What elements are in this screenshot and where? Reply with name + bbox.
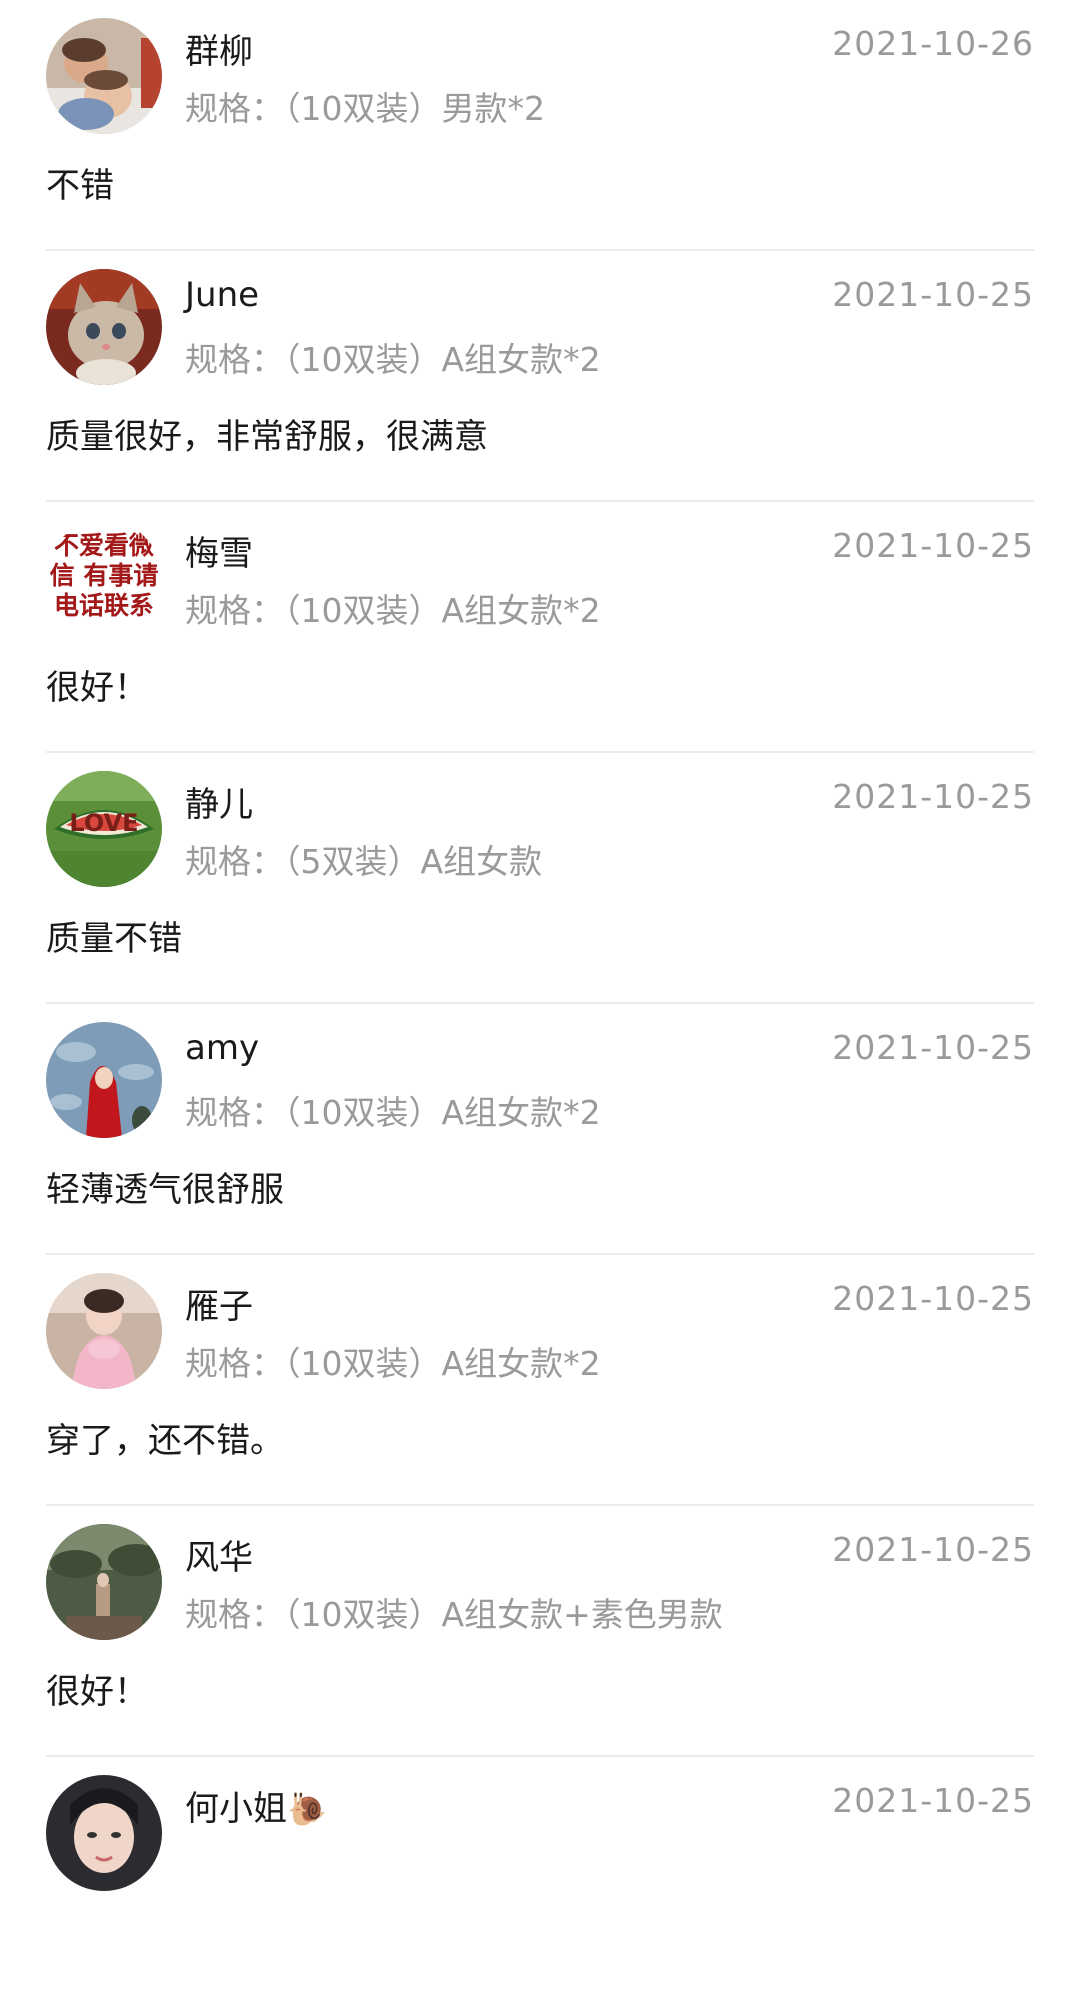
review-date: 2021-10-25 xyxy=(832,1530,1034,1569)
user-name: 梅雪 xyxy=(185,534,253,574)
user-name: 何小姐🐌 xyxy=(185,1781,327,1830)
avatar-text: 信 有事请 xyxy=(50,561,159,590)
review-date: 2021-10-25 xyxy=(832,1279,1034,1318)
review-list: 群柳 规格：（10双装）男款*2 2021-10-26 不错 June 规格：（… xyxy=(0,0,1080,2008)
avatar[interactable] xyxy=(46,1775,162,1891)
avatar-text: LOVE xyxy=(69,809,138,837)
spec-text: 规格：（5双装）A组女款 xyxy=(185,842,543,881)
user-name: June xyxy=(185,275,260,315)
snail-icon: 🐌 xyxy=(287,1790,327,1828)
review-item: 雁子 规格：（10双装）A组女款*2 2021-10-25 穿了，还不错。 xyxy=(46,1255,1034,1506)
review-item: 何小姐🐌 2021-10-25 xyxy=(46,1757,1034,2008)
avatar[interactable]: LOVE xyxy=(46,771,162,887)
spec-text: 规格：（10双装）男款*2 xyxy=(185,89,545,128)
review-date: 2021-10-25 xyxy=(832,526,1034,565)
review-item: LOVE 静儿 规格：（5双装）A组女款 2021-10-25 质量不错 xyxy=(46,753,1034,1004)
avatar[interactable] xyxy=(46,18,162,134)
review-date: 2021-10-26 xyxy=(832,24,1034,63)
spec-text: 规格：（10双装）A组女款*2 xyxy=(185,1093,601,1132)
review-date: 2021-10-25 xyxy=(832,1781,1034,1820)
user-name: 雁子 xyxy=(185,1287,253,1327)
review-date: 2021-10-25 xyxy=(832,275,1034,314)
review-item: June 规格：（10双装）A组女款*2 2021-10-25 质量很好，非常舒… xyxy=(46,251,1034,502)
spec-text: 规格：（10双装）A组女款+素色男款 xyxy=(185,1595,723,1634)
user-name: 群柳 xyxy=(185,32,253,72)
avatar[interactable] xyxy=(46,1524,162,1640)
review-comment: 轻薄透气很舒服 xyxy=(46,1170,284,1210)
avatar[interactable]: 不爱看微 信 有事请 电话联系 xyxy=(46,520,162,636)
review-item: 群柳 规格：（10双装）男款*2 2021-10-26 不错 xyxy=(46,0,1034,251)
review-item: amy 规格：（10双装）A组女款*2 2021-10-25 轻薄透气很舒服 xyxy=(46,1004,1034,1255)
user-name: amy xyxy=(185,1028,260,1068)
avatar[interactable] xyxy=(46,1273,162,1389)
review-item: 风华 规格：（10双装）A组女款+素色男款 2021-10-25 很好！ xyxy=(46,1506,1034,1757)
review-comment: 质量很好，非常舒服，很满意 xyxy=(46,417,488,457)
user-name-text: 何小姐 xyxy=(185,1789,287,1829)
avatar[interactable] xyxy=(46,1022,162,1138)
review-comment: 很好！ xyxy=(46,1672,148,1712)
review-date: 2021-10-25 xyxy=(832,1028,1034,1067)
avatar-text: 电话联系 xyxy=(54,591,154,620)
review-comment: 穿了，还不错。 xyxy=(46,1421,284,1461)
review-comment: 很好！ xyxy=(46,668,148,708)
user-name: 静儿 xyxy=(185,785,253,825)
avatar-text: 不爱看微 xyxy=(54,531,154,560)
avatar[interactable] xyxy=(46,269,162,385)
review-date: 2021-10-25 xyxy=(832,777,1034,816)
spec-text: 规格：（10双装）A组女款*2 xyxy=(185,1344,601,1383)
review-item: 不爱看微 信 有事请 电话联系 梅雪 规格：（10双装）A组女款*2 2021-… xyxy=(46,502,1034,753)
spec-text: 规格：（10双装）A组女款*2 xyxy=(185,340,601,379)
user-name: 风华 xyxy=(185,1538,253,1578)
review-comment: 质量不错 xyxy=(46,919,182,959)
spec-text: 规格：（10双装）A组女款*2 xyxy=(185,591,601,630)
review-comment: 不错 xyxy=(46,166,114,206)
